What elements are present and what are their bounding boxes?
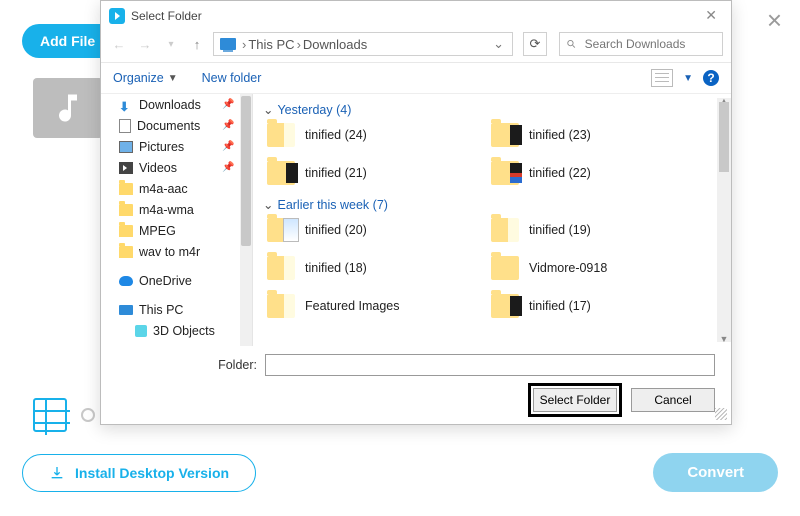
folder-item[interactable]: tinified (17) [491,294,705,318]
folder-thumb-icon [267,294,295,318]
folder-icon [119,183,133,195]
app-close-icon[interactable]: × [767,5,782,36]
search-input[interactable] [583,36,716,52]
thispc-icon [119,305,133,315]
folder-thumb-icon [491,256,519,280]
tree-item-onedrive[interactable]: OneDrive [101,270,252,291]
tree-item[interactable]: Videos📌 [101,157,252,178]
breadcrumb-root[interactable]: This PC [248,37,294,52]
document-icon [119,119,131,133]
folder-item[interactable]: Featured Images [267,294,481,318]
audio-preview-thumb [33,78,103,138]
address-bar[interactable]: › This PC › Downloads ⌄ [213,32,513,56]
folder-item[interactable]: tinified (23) [491,123,705,147]
thispc-icon [220,38,236,50]
resize-grip-icon[interactable] [715,408,727,420]
scroll-thumb[interactable] [719,102,729,172]
pin-icon: 📌 [222,141,232,152]
3d-objects-icon [135,325,147,337]
download-icon [49,465,65,481]
folder-item[interactable]: tinified (20) [267,218,481,242]
folder-icon [119,204,133,216]
folder-thumb-icon [267,218,295,242]
music-note-icon [50,90,86,126]
select-folder-dialog: Select Folder ✕ ← → ▾ ↑ › This PC › Down… [100,0,732,425]
chevron-down-icon: ⌄ [263,197,273,212]
tree-item[interactable]: Desktop [101,341,252,346]
video-format-icon[interactable] [33,398,67,432]
search-box[interactable] [559,32,723,56]
chevron-down-icon: ⌄ [263,102,273,117]
scroll-thumb[interactable] [241,96,251,246]
tree-item[interactable]: MPEG [101,220,252,241]
tree-item-thispc[interactable]: This PC [101,299,252,320]
folder-thumb-icon [267,256,295,280]
view-options-button[interactable] [651,69,673,87]
convert-button[interactable]: Convert [653,453,778,492]
folder-icon [119,246,133,258]
pin-icon: 📌 [222,162,232,173]
tree-item[interactable]: wav to m4r [101,241,252,262]
download-icon: ⬇ [119,99,133,111]
dialog-close-button[interactable]: ✕ [699,5,723,26]
new-folder-button[interactable]: New folder [202,71,262,85]
pictures-icon [119,141,133,153]
install-desktop-button[interactable]: Install Desktop Version [22,454,256,492]
files-scrollbar[interactable]: ▲ ▼ [717,98,731,342]
chevron-down-icon: ▼ [168,73,178,84]
folder-item[interactable]: tinified (24) [267,123,481,147]
nav-recent-chevron-icon[interactable]: ▾ [161,34,181,54]
folder-item[interactable]: tinified (21) [267,161,481,185]
folder-item[interactable]: Vidmore-0918 [491,256,705,280]
folder-item[interactable]: tinified (19) [491,218,705,242]
select-folder-button[interactable]: Select Folder [533,388,617,412]
organize-menu[interactable]: Organize▼ [113,71,178,85]
install-label: Install Desktop Version [75,465,229,481]
app-logo-icon [109,8,125,24]
tree-item[interactable]: Pictures📌 [101,136,252,157]
tree-item[interactable]: m4a-wma [101,199,252,220]
search-icon [566,38,577,50]
folder-label: Folder: [117,358,257,372]
nav-back-button[interactable]: ← [109,34,129,54]
tree-scrollbar[interactable] [240,94,252,346]
nav-up-button[interactable]: ↑ [187,34,207,54]
tree-item[interactable]: m4a-aac [101,178,252,199]
folder-item[interactable]: tinified (22) [491,161,705,185]
pin-icon: 📌 [222,99,232,110]
add-file-button[interactable]: Add File [22,24,111,58]
folder-item[interactable]: tinified (18) [267,256,481,280]
folder-thumb-icon [267,161,295,185]
folder-thumb-icon [491,294,519,318]
cancel-button[interactable]: Cancel [631,388,715,412]
chevron-right-icon: › [297,37,301,52]
file-list[interactable]: ⌄Yesterday (4)tinified (24)tinified (23)… [253,94,731,346]
chevron-right-icon: › [242,37,246,52]
folder-input[interactable] [265,354,715,376]
folder-thumb-icon [267,123,295,147]
dialog-title: Select Folder [131,9,202,23]
nav-tree[interactable]: ⬇Downloads📌Documents📌Pictures📌Videos📌m4a… [101,94,253,346]
folder-thumb-icon [491,161,519,185]
folder-thumb-icon [491,123,519,147]
tree-item[interactable]: Documents📌 [101,115,252,136]
folder-icon [119,225,133,237]
tree-item[interactable]: ⬇Downloads📌 [101,94,252,115]
nav-forward-button[interactable]: → [135,34,155,54]
help-button[interactable]: ? [703,70,719,86]
breadcrumb-current[interactable]: Downloads [303,37,367,52]
scroll-down-icon[interactable]: ▼ [719,334,729,344]
refresh-button[interactable]: ⟳ [523,32,547,56]
pin-icon: 📌 [222,120,232,131]
tree-item[interactable]: 3D Objects [101,320,252,341]
videos-icon [119,162,133,174]
chevron-down-icon[interactable]: ▼ [683,73,693,84]
onedrive-icon [119,276,133,286]
address-dropdown-icon[interactable]: ⌄ [487,36,510,52]
folder-thumb-icon [491,218,519,242]
